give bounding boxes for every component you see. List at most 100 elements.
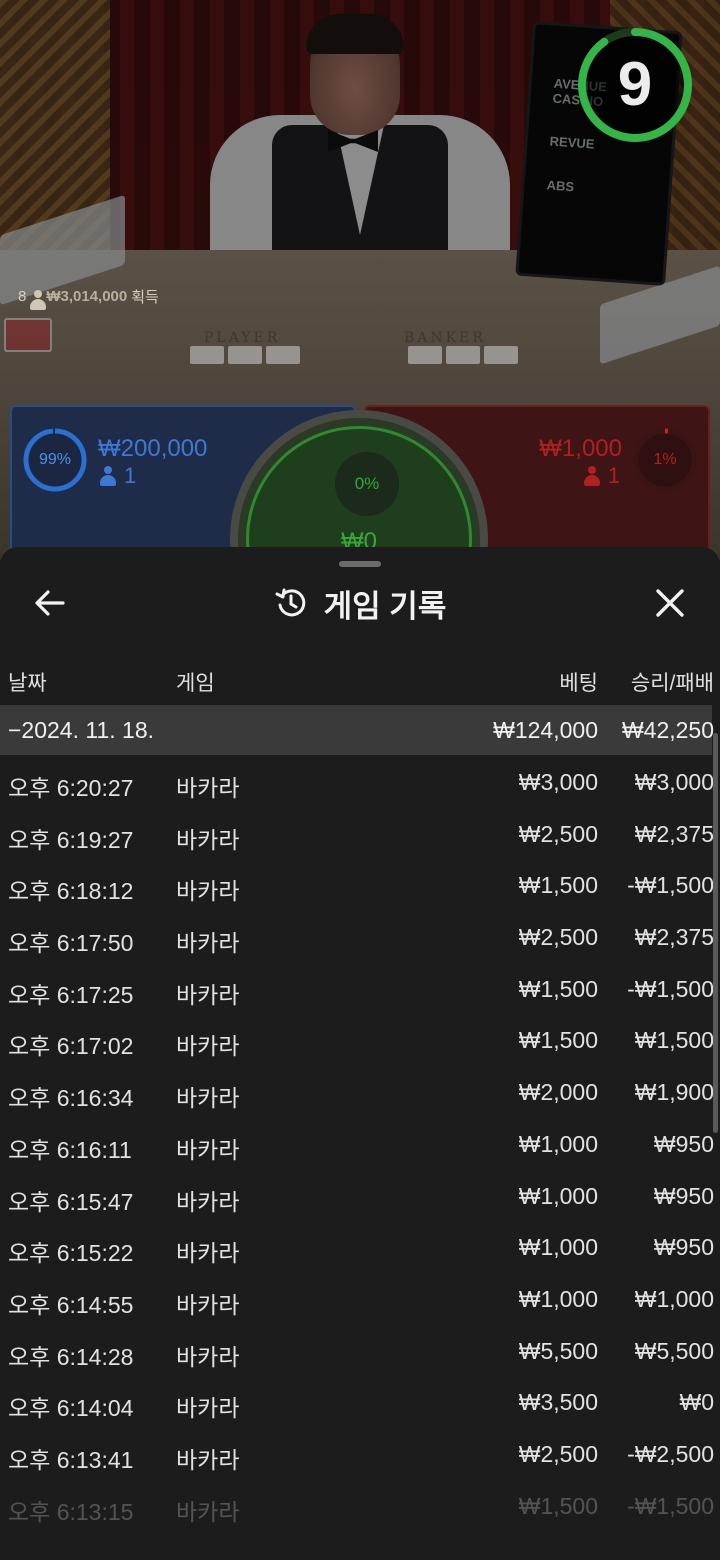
table-row[interactable]: 오후 6:13:15 바카라 ₩1,500 -₩1,500 (0, 1479, 714, 1531)
row-game: 바카라 (176, 1188, 240, 1215)
row-result: ₩950 (653, 1182, 714, 1209)
row-time: 오후 6:14:04 (8, 1395, 134, 1422)
row-game: 바카라 (176, 1291, 240, 1318)
row-result: ₩1,000 (634, 1285, 714, 1312)
scrollbar[interactable] (713, 733, 718, 1133)
winnings-amount: ₩3,014,000 (46, 288, 128, 305)
player-percent-ring: 99% (22, 427, 88, 493)
row-bet: ₩1,000 (518, 1234, 598, 1261)
table-row[interactable]: 오후 6:19:27 바카라 ₩2,500 ₩2,375 (0, 807, 714, 859)
row-bet: ₩2,000 (518, 1079, 598, 1106)
row-time: 오후 6:15:47 (8, 1188, 134, 1215)
player-bettor-count: 1 (100, 463, 136, 489)
player-bet-amount: ₩200,000 (98, 435, 208, 462)
row-time: 오후 6:17:50 (8, 930, 134, 957)
row-game: 바카라 (176, 1240, 240, 1267)
column-header-bet: 베팅 (559, 672, 598, 695)
sheet-title: 게임 기록 (323, 588, 447, 624)
row-result: ₩950 (653, 1234, 714, 1261)
row-result: ₩5,500 (634, 1337, 714, 1364)
sheet-header: 게임 기록 (0, 571, 720, 635)
row-bet: ₩1,500 (518, 872, 598, 899)
row-game: 바카라 (176, 775, 240, 801)
row-bet: ₩1,500 (518, 1027, 598, 1054)
table-row[interactable]: 오후 6:13:41 바카라 ₩2,500 -₩2,500 (0, 1427, 714, 1479)
row-bet: ₩2,500 (518, 820, 598, 847)
table-row[interactable]: 오후 6:18:12 바카라 ₩1,500 -₩1,500 (0, 858, 714, 910)
column-header-game: 게임 (176, 672, 215, 695)
row-bet: ₩3,000 (518, 769, 598, 795)
row-result: -₩2,500 (627, 1440, 714, 1467)
row-time: 오후 6:14:28 (8, 1343, 134, 1370)
row-bet: ₩2,500 (518, 924, 598, 951)
row-time: 오후 6:17:25 (8, 981, 134, 1008)
table-row[interactable]: 오후 6:16:34 바카라 ₩2,000 ₩1,900 (0, 1065, 714, 1117)
row-result: ₩1,500 (634, 1027, 714, 1054)
column-header-date: 날짜 (8, 672, 47, 695)
row-bet: ₩1,500 (518, 975, 598, 1002)
table-row[interactable]: 오후 6:16:11 바카라 ₩1,000 ₩950 (0, 1117, 714, 1169)
table-row[interactable]: 오후 6:20:27 바카라 ₩3,000 ₩3,000 (0, 755, 714, 807)
date-group-row[interactable]: −2024. 11. 18. ₩124,000 ₩42,250 (0, 705, 714, 755)
tie-percent: 0% (335, 452, 399, 516)
row-bet: ₩1,000 (518, 1182, 598, 1209)
row-game: 바카라 (176, 1085, 240, 1112)
table-row[interactable]: 오후 6:14:28 바카라 ₩5,500 ₩5,500 (0, 1324, 714, 1376)
close-icon (656, 589, 684, 617)
group-win-total: ₩42,250 (621, 717, 714, 743)
row-time: 오후 6:14:55 (8, 1291, 134, 1318)
table-row[interactable]: 오후 6:17:25 바카라 ₩1,500 -₩1,500 (0, 962, 714, 1014)
row-bet: ₩5,500 (518, 1337, 598, 1364)
table-row[interactable]: 오후 6:15:22 바카라 ₩1,000 ₩950 (0, 1220, 714, 1272)
row-bet: ₩2,500 (518, 1440, 598, 1467)
banker-bettor-count: 1 (583, 463, 620, 489)
row-game: 바카라 (176, 878, 240, 905)
history-icon (275, 588, 305, 617)
table-row[interactable]: 오후 6:17:50 바카라 ₩2,500 ₩2,375 (0, 910, 714, 962)
arrow-left-icon (35, 590, 65, 616)
row-result: ₩950 (653, 1130, 714, 1157)
close-button[interactable] (646, 579, 694, 627)
row-time: 오후 6:16:11 (8, 1136, 132, 1163)
table-row[interactable]: 오후 6:14:04 바카라 ₩3,500 ₩0 (0, 1375, 714, 1427)
countdown-timer: 9 (576, 26, 694, 144)
history-rows: 오후 6:20:27 바카라 ₩3,000 ₩3,000 오후 6:19:27 바카라 ₩2… (0, 755, 714, 1531)
row-game: 바카라 (176, 1343, 240, 1370)
player-percent: 99% (38, 451, 72, 468)
row-result: ₩2,375 (634, 924, 714, 951)
row-bet: ₩3,500 (518, 1389, 598, 1416)
row-game: 바카라 (176, 826, 240, 853)
row-game: 바카라 (176, 930, 240, 957)
row-time: 오후 6:20:27 (8, 775, 134, 801)
sheet-title-wrap: 게임 기록 (0, 571, 720, 635)
group-date: −2024. 11. 18. (8, 717, 155, 743)
table-row[interactable]: 오후 6:17:02 바카라 ₩1,500 ₩1,500 (0, 1013, 714, 1065)
person-icon (100, 466, 116, 486)
row-bet: ₩1,500 (518, 1492, 598, 1519)
sheet-drag-handle[interactable] (339, 561, 381, 567)
row-result: ₩1,900 (634, 1079, 714, 1106)
row-time: 오후 6:19:27 (8, 826, 134, 853)
banker-bet-amount: ₩1,000 (539, 435, 622, 462)
table-row[interactable]: 오후 6:15:47 바카라 ₩1,000 ₩950 (0, 1169, 714, 1221)
game-history-sheet: 게임 기록 날짜 게임 베팅 승리/패배 −2024. 11. 18. ₩124… (0, 547, 720, 1560)
timer-value: 9 (617, 50, 653, 119)
row-game: 바카라 (176, 981, 240, 1008)
row-bet: ₩1,000 (518, 1130, 598, 1157)
row-result: -₩1,500 (627, 1492, 714, 1519)
person-icon (30, 289, 47, 310)
row-game: 바카라 (176, 1395, 240, 1422)
back-button[interactable] (26, 579, 74, 627)
row-result: -₩1,500 (627, 975, 714, 1002)
row-result: ₩3,000 (634, 769, 714, 795)
row-game: 바카라 (176, 1136, 240, 1163)
winnings-suffix: 획득 (131, 289, 159, 306)
row-time: 오후 6:18:12 (8, 878, 134, 905)
table-row[interactable]: 오후 6:14:55 바카라 ₩1,000 ₩1,000 (0, 1272, 714, 1324)
person-icon (583, 466, 600, 486)
table-header: 날짜 게임 베팅 승리/패배 (0, 659, 720, 699)
row-time: 오후 6:13:15 (8, 1498, 134, 1525)
column-header-win-loss: 승리/패배 (630, 672, 714, 695)
banker-percent: 1% (653, 451, 677, 468)
banker-count-value: 1 (607, 463, 620, 488)
